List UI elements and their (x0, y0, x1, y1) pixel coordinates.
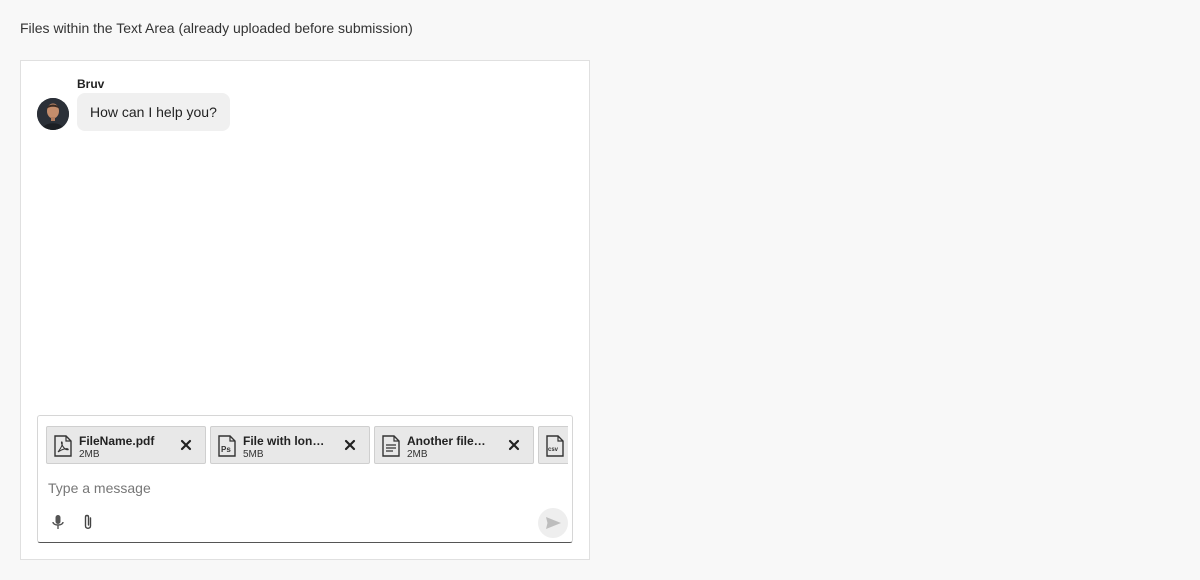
attachment-size: 2MB (407, 449, 428, 460)
message-author: Bruv (77, 77, 105, 91)
message-composer: FileName.pdf 2MB Ps File with long name.… (37, 415, 573, 543)
document-file-icon (382, 435, 400, 457)
psd-file-icon: Ps (218, 435, 236, 457)
svg-text:csv: csv (548, 447, 559, 453)
attachment-chip[interactable]: FileName.pdf 2MB (46, 426, 206, 464)
chat-panel: Bruv How can I help you? FileName.pdf 2M… (20, 60, 590, 560)
close-icon[interactable] (343, 438, 357, 452)
svg-text:Ps: Ps (221, 445, 231, 454)
attachment-name: FileName.pdf (79, 434, 155, 448)
send-button[interactable] (538, 508, 568, 538)
avatar-photo-icon (37, 98, 69, 130)
message-input[interactable] (48, 480, 528, 496)
pdf-file-icon (54, 435, 72, 457)
attachment-size: 5MB (243, 449, 264, 460)
avatar (37, 98, 69, 130)
attachment-name: Another file with long name.txt (407, 434, 489, 448)
attachment-list: FileName.pdf 2MB Ps File with long name.… (46, 426, 568, 466)
microphone-icon[interactable] (48, 512, 68, 532)
page-heading: Files within the Text Area (already uplo… (20, 20, 413, 36)
attachment-chip[interactable]: csv (538, 426, 568, 464)
attachment-name: File with long name.psd (243, 434, 325, 448)
csv-file-icon: csv (546, 435, 564, 457)
attachment-size: 2MB (79, 449, 100, 460)
close-icon[interactable] (507, 438, 521, 452)
attachment-chip[interactable]: Ps File with long name.psd 5MB (210, 426, 370, 464)
send-icon (546, 517, 561, 529)
paperclip-icon[interactable] (78, 512, 98, 532)
attachment-chip[interactable]: Another file with long name.txt 2MB (374, 426, 534, 464)
close-icon[interactable] (179, 438, 193, 452)
message-bubble: How can I help you? (77, 93, 230, 131)
